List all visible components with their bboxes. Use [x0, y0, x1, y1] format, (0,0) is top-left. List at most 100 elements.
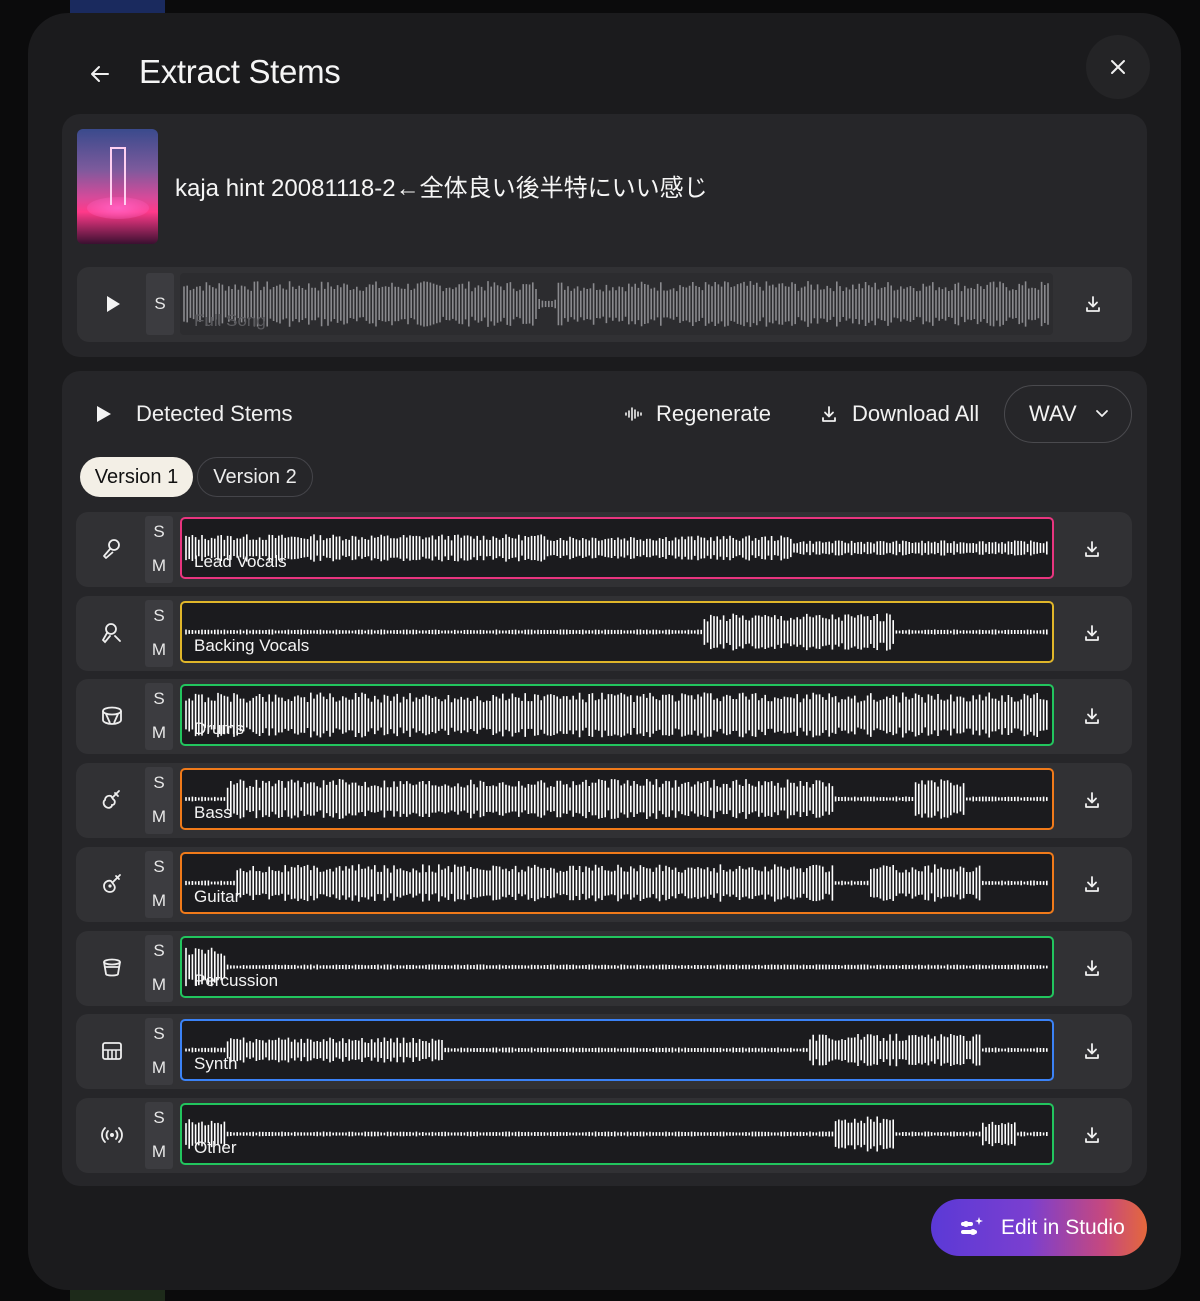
back-button[interactable] [86, 60, 114, 88]
full-song-waveform[interactable]: Full Song [180, 273, 1053, 335]
stem-waveform[interactable]: Guitar [180, 851, 1054, 914]
stem-label: Other [194, 1137, 237, 1157]
solo-mute-controls: SM [145, 1101, 173, 1169]
download-button[interactable] [1077, 618, 1107, 648]
waveform-graphic [183, 281, 1049, 327]
play-all-button[interactable] [96, 405, 112, 423]
download-icon [1085, 541, 1099, 557]
download-icon [1085, 1043, 1099, 1060]
stem-waveform[interactable]: Backing Vocals [180, 600, 1054, 663]
stem-row: S M Bass [76, 763, 1132, 839]
drum-icon [100, 704, 124, 728]
waveform-graphic [185, 1033, 1048, 1067]
solo-button[interactable]: S [145, 522, 173, 542]
waveform-graphic [185, 864, 1048, 902]
download-button[interactable] [1077, 534, 1107, 564]
stems-panel: Detected Stems Regenerate Download All W… [62, 371, 1147, 1186]
download-button[interactable] [1077, 1120, 1107, 1150]
download-icon [1085, 624, 1099, 641]
background-strip [70, 0, 165, 14]
mute-button[interactable]: M [145, 975, 173, 995]
stem-row: S M Percussion [76, 930, 1132, 1006]
solo-mute-controls: SM [145, 934, 173, 1002]
stem-label: Percussion [194, 970, 279, 990]
song-card: kaja hint 20081118-2←全体良い後半特にいい感じ S Full… [62, 114, 1147, 357]
mute-button[interactable]: M [145, 640, 173, 660]
stem-row: S M Drums [76, 679, 1132, 755]
background-strip [70, 1289, 165, 1301]
tab-version-1[interactable]: Version 1 [80, 457, 193, 497]
format-value: WAV [1029, 401, 1077, 426]
album-cover [77, 129, 158, 244]
solo-button[interactable]: S [145, 773, 173, 793]
solo-button[interactable]: S [145, 606, 173, 626]
waveform-graphic [185, 613, 1048, 651]
mute-button[interactable]: M [145, 723, 173, 743]
regenerate-button[interactable]: Regenerate [624, 401, 771, 427]
download-button[interactable] [1077, 785, 1107, 815]
regenerate-label: Regenerate [656, 401, 771, 426]
waveform-graphic [185, 947, 1048, 986]
solo-button[interactable]: S [145, 857, 173, 877]
stem-row: S M Other [76, 1097, 1132, 1173]
arrow-left-icon [91, 66, 109, 82]
stem-waveform[interactable]: Other [180, 1102, 1054, 1165]
play-button[interactable] [105, 295, 121, 313]
microphone-icon [100, 537, 124, 561]
solo-mute-controls: SM [145, 683, 173, 751]
download-icon [1085, 875, 1099, 892]
stem-waveform[interactable]: Lead Vocals [180, 517, 1054, 579]
solo-mute-controls: SM [145, 516, 173, 583]
full-song-row: S Full Song [77, 267, 1132, 342]
stem-label: Backing Vocals [194, 635, 310, 655]
chevron-down-icon [1095, 410, 1108, 417]
solo-mute-controls: SM [145, 850, 173, 918]
stem-waveform[interactable]: Bass [180, 768, 1054, 831]
stem-label: Guitar [194, 886, 241, 906]
mute-button[interactable]: M [145, 1142, 173, 1162]
edit-in-studio-button[interactable]: Edit in Studio [931, 1199, 1147, 1256]
download-icon [1085, 792, 1099, 808]
stem-label: Lead Vocals [194, 552, 287, 571]
studio-sparkle-icon [961, 1216, 983, 1235]
stem-waveform[interactable]: Percussion [180, 935, 1054, 998]
guitar-icon [100, 872, 124, 896]
waveform-label: Full Song [194, 311, 266, 330]
solo-button[interactable]: S [145, 1108, 173, 1128]
stem-waveform[interactable]: Synth [180, 1019, 1054, 1082]
download-button[interactable] [1077, 869, 1107, 899]
stem-row: S M Backing Vocals [76, 595, 1132, 671]
download-icon [1086, 296, 1100, 312]
download-icon [822, 406, 836, 422]
format-select[interactable]: WAV [1004, 385, 1132, 443]
mute-button[interactable]: M [145, 891, 173, 911]
stem-label: Drums [194, 719, 245, 739]
waveform-graphic [185, 1116, 1048, 1152]
download-button[interactable] [1078, 289, 1108, 319]
download-icon [1085, 1126, 1099, 1143]
solo-button[interactable]: S [146, 273, 174, 335]
play-icon [107, 296, 120, 312]
solo-button[interactable]: S [145, 1024, 173, 1044]
close-button[interactable] [1086, 35, 1150, 99]
download-button[interactable] [1077, 1036, 1107, 1066]
mute-button[interactable]: M [145, 556, 173, 576]
stem-label: Synth [194, 1054, 238, 1074]
page-title: Extract Stems [139, 53, 341, 90]
solo-button[interactable]: S [145, 689, 173, 709]
download-all-button[interactable]: Download All [820, 401, 979, 427]
tab-version-2[interactable]: Version 2 [197, 457, 313, 497]
play-icon [97, 406, 111, 422]
song-title: kaja hint 20081118-2←全体良い後半特にいい感じ [175, 175, 708, 202]
stem-waveform[interactable]: Drums [180, 684, 1054, 747]
edit-in-studio-label: Edit in Studio [1001, 1215, 1125, 1239]
download-button[interactable] [1077, 953, 1107, 983]
mute-button[interactable]: M [145, 807, 173, 827]
mute-button[interactable]: M [145, 1058, 173, 1078]
stems-title: Detected Stems [136, 401, 293, 426]
broadcast-icon [100, 1123, 124, 1147]
download-icon [1085, 959, 1099, 976]
solo-button[interactable]: S [145, 941, 173, 961]
modal-header: Extract Stems [28, 13, 1181, 113]
download-button[interactable] [1077, 701, 1107, 731]
